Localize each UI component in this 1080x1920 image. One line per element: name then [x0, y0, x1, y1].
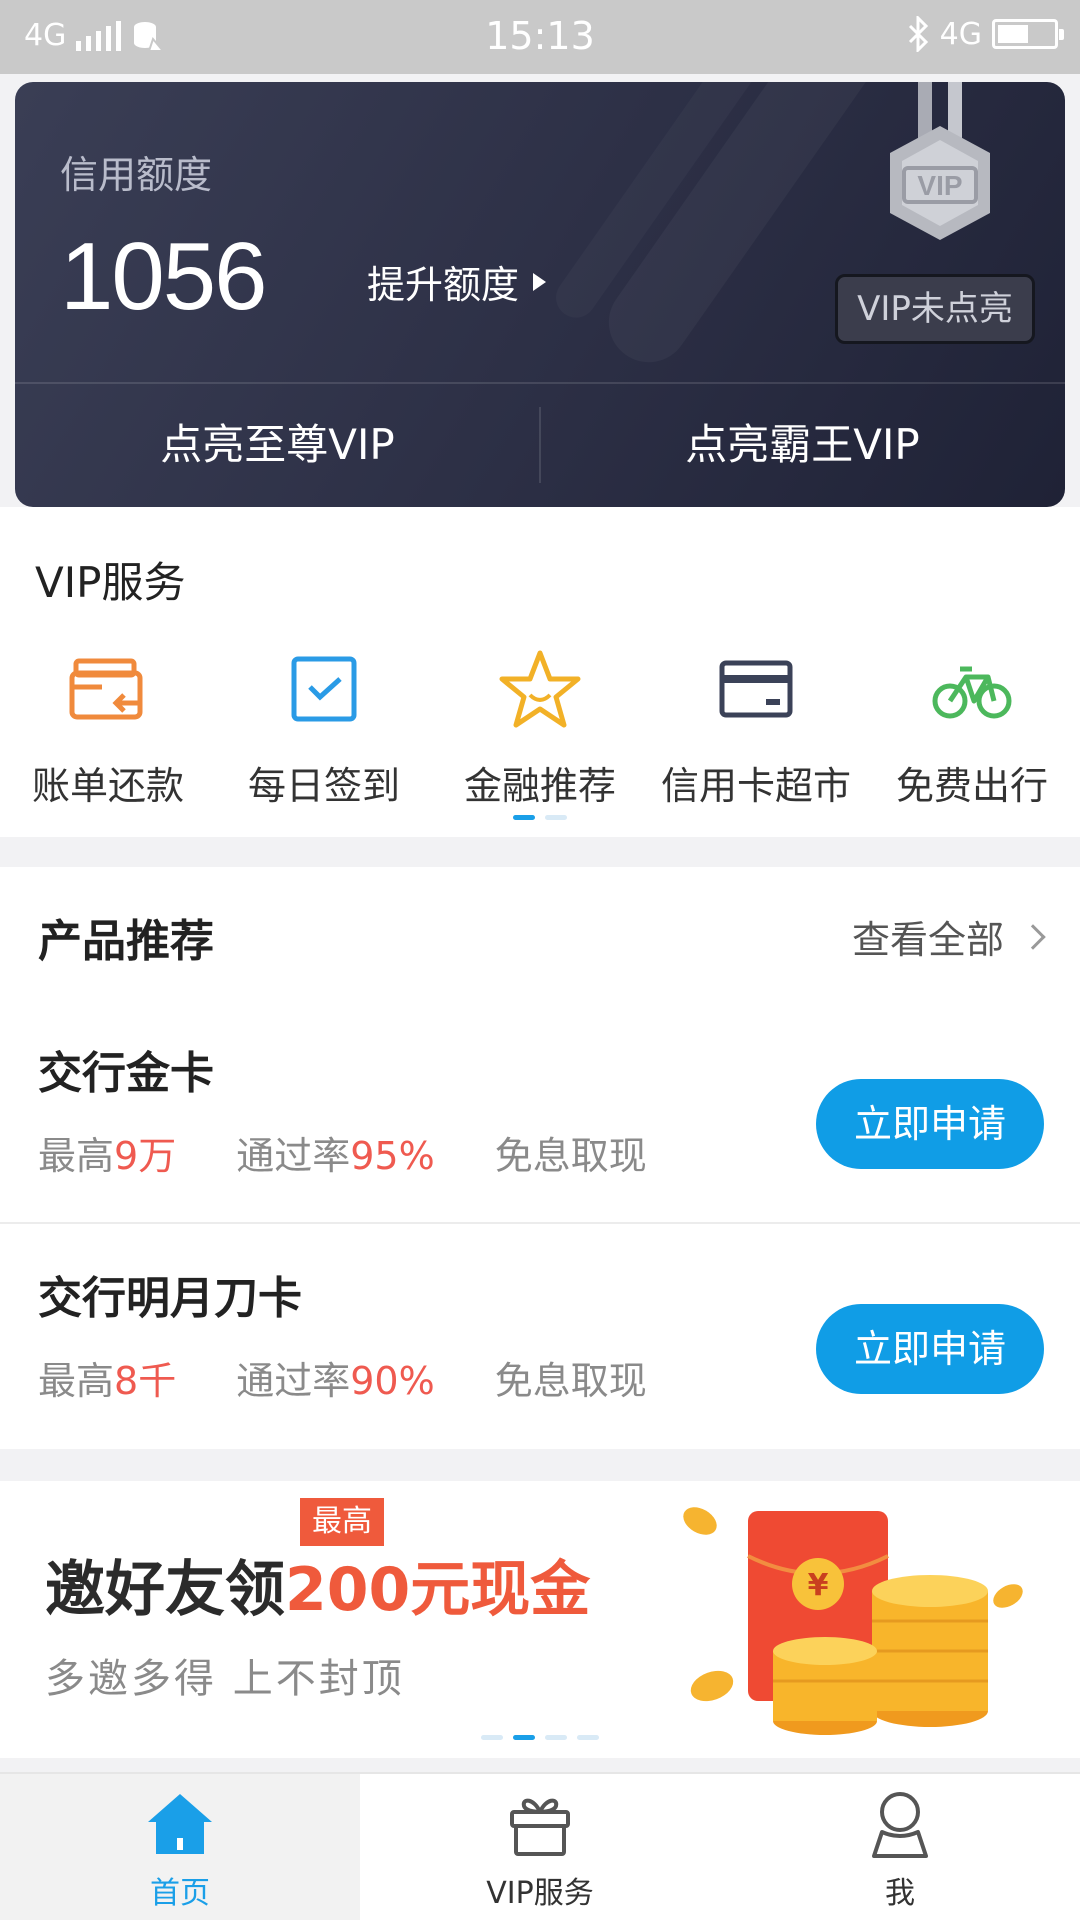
product-feature: 免息取现 [494, 1134, 647, 1178]
banner-title-main: 邀好友领 [45, 1555, 285, 1625]
gift-icon [510, 1798, 570, 1856]
coin-stack [872, 1575, 988, 1727]
vip-services-section: VIP服务 账单还款 每日签到 金融推荐 信用卡超市 免费出行 [0, 507, 1080, 837]
service-label: 账单还款 [31, 764, 184, 808]
product-recommend-section: 产品推荐 查看全部 交行金卡 最高9万 通过率95% 免息取现 立即申请 交行明… [0, 867, 1080, 1449]
tab-label: 首页 [150, 1876, 210, 1911]
product-card[interactable]: 交行明月刀卡 最高8千 通过率90% 免息取现 立即申请 [0, 1222, 1080, 1447]
banner-pager [0, 1735, 1080, 1740]
pager-dot [481, 1735, 503, 1740]
play-arrow-icon [533, 272, 547, 291]
service-bill-repay[interactable]: 账单还款 [0, 647, 216, 810]
pager-dot [513, 1735, 535, 1740]
banner-title: 邀好友领200元现金 [45, 1541, 590, 1628]
yuan-symbol: ¥ [808, 1568, 829, 1603]
invite-friends-banner[interactable]: 最高 邀好友领200元现金 多邀多得 上不封顶 ¥ [0, 1481, 1080, 1758]
bottom-tab-bar: 首页 VIP服务 我 [0, 1772, 1080, 1920]
light-overlord-vip-button[interactable]: 点亮霸王VIP [540, 382, 1065, 507]
pager-dot [513, 815, 535, 820]
rate-value: 95% [350, 1134, 435, 1178]
service-label: 每日签到 [247, 764, 400, 808]
bill-repay-icon [69, 658, 143, 720]
tab-label: VIP服务 [486, 1876, 594, 1911]
vip-status-button[interactable]: VIP未点亮 [835, 274, 1035, 344]
product-card[interactable]: 交行金卡 最高9万 通过率95% 免息取现 立即申请 [0, 997, 1080, 1222]
view-all-label: 查看全部 [851, 918, 1004, 962]
service-label: 金融推荐 [463, 764, 616, 808]
vip-services-pager [0, 815, 1080, 820]
service-label: 免费出行 [895, 764, 1048, 808]
product-name: 交行金卡 [38, 1048, 214, 1099]
tab-me[interactable]: 我 [720, 1774, 1080, 1920]
rate-value: 90% [350, 1359, 435, 1403]
raise-limit-button[interactable]: 提升额度 [367, 254, 547, 309]
apply-now-button[interactable]: 立即申请 [816, 1304, 1044, 1394]
tab-vip-services[interactable]: VIP服务 [360, 1774, 720, 1920]
bicycle-icon [932, 666, 1012, 719]
user-icon [872, 1792, 928, 1858]
service-finance-recommend[interactable]: 金融推荐 [432, 647, 648, 810]
network-label-right: 4G [939, 16, 982, 52]
service-credit-card-market[interactable]: 信用卡超市 [648, 647, 864, 810]
limit-prefix: 最高 [38, 1359, 115, 1403]
banner-tag: 最高 [300, 1498, 384, 1546]
product-feature: 免息取现 [494, 1359, 647, 1403]
home-icon [148, 1794, 212, 1854]
pager-dot [545, 1735, 567, 1740]
vip-services-title: VIP服务 [35, 558, 186, 607]
pager-dot [545, 815, 567, 820]
product-tags: 最高9万 通过率95% 免息取现 [38, 1125, 647, 1180]
raise-limit-label: 提升额度 [367, 263, 520, 307]
credit-limit-label: 信用额度 [60, 153, 213, 197]
service-free-ride[interactable]: 免费出行 [864, 647, 1080, 810]
checkin-icon [291, 656, 357, 722]
credit-limit-amount: 1056 [60, 223, 268, 330]
red-envelope-coins-icon: ¥ [683, 1507, 1023, 1735]
product-section-title: 产品推荐 [38, 916, 214, 967]
product-pass-rate: 通过率95% [236, 1125, 434, 1180]
battery-icon [992, 19, 1064, 49]
product-name: 交行明月刀卡 [38, 1273, 302, 1324]
light-supreme-vip-button[interactable]: 点亮至尊VIP [15, 382, 540, 507]
limit-value: 8千 [114, 1359, 177, 1403]
status-right: 4G [906, 16, 1064, 52]
rate-prefix: 通过率 [236, 1134, 351, 1178]
product-limit: 最高9万 [38, 1125, 176, 1180]
product-tags: 最高8千 通过率90% 免息取现 [38, 1350, 647, 1405]
status-bar: 4G 15:13 4G [0, 0, 1080, 74]
apply-now-button[interactable]: 立即申请 [816, 1079, 1044, 1169]
service-label: 信用卡超市 [660, 764, 851, 808]
product-pass-rate: 通过率90% [236, 1350, 434, 1405]
banner-title-highlight: 200元现金 [285, 1555, 591, 1625]
tab-home[interactable]: 首页 [0, 1774, 360, 1920]
limit-prefix: 最高 [38, 1134, 115, 1178]
star-icon [499, 650, 581, 728]
coin-stack [773, 1637, 877, 1735]
tab-label: 我 [885, 1876, 915, 1911]
pager-dot [577, 1735, 599, 1740]
product-limit: 最高8千 [38, 1350, 176, 1405]
vip-badge-text: VIP [917, 170, 962, 201]
banner-subtitle: 多邀多得 上不封顶 [45, 1656, 405, 1702]
vip-medal-icon: VIP [890, 82, 990, 240]
limit-value: 9万 [114, 1134, 177, 1178]
rate-prefix: 通过率 [236, 1359, 351, 1403]
chevron-right-icon [1020, 923, 1046, 950]
service-daily-checkin[interactable]: 每日签到 [216, 647, 432, 810]
app-screen: 4G 15:13 4G 信用额度 1056 提升额度 VIP VIP未点亮 点亮… [0, 0, 1080, 1920]
bluetooth-icon [908, 16, 928, 52]
credit-card-icon [719, 660, 793, 718]
view-all-link[interactable]: 查看全部 [851, 909, 1046, 964]
credit-card-panel: 信用额度 1056 提升额度 VIP VIP未点亮 点亮至尊VIP 点亮霸王VI… [15, 82, 1065, 507]
